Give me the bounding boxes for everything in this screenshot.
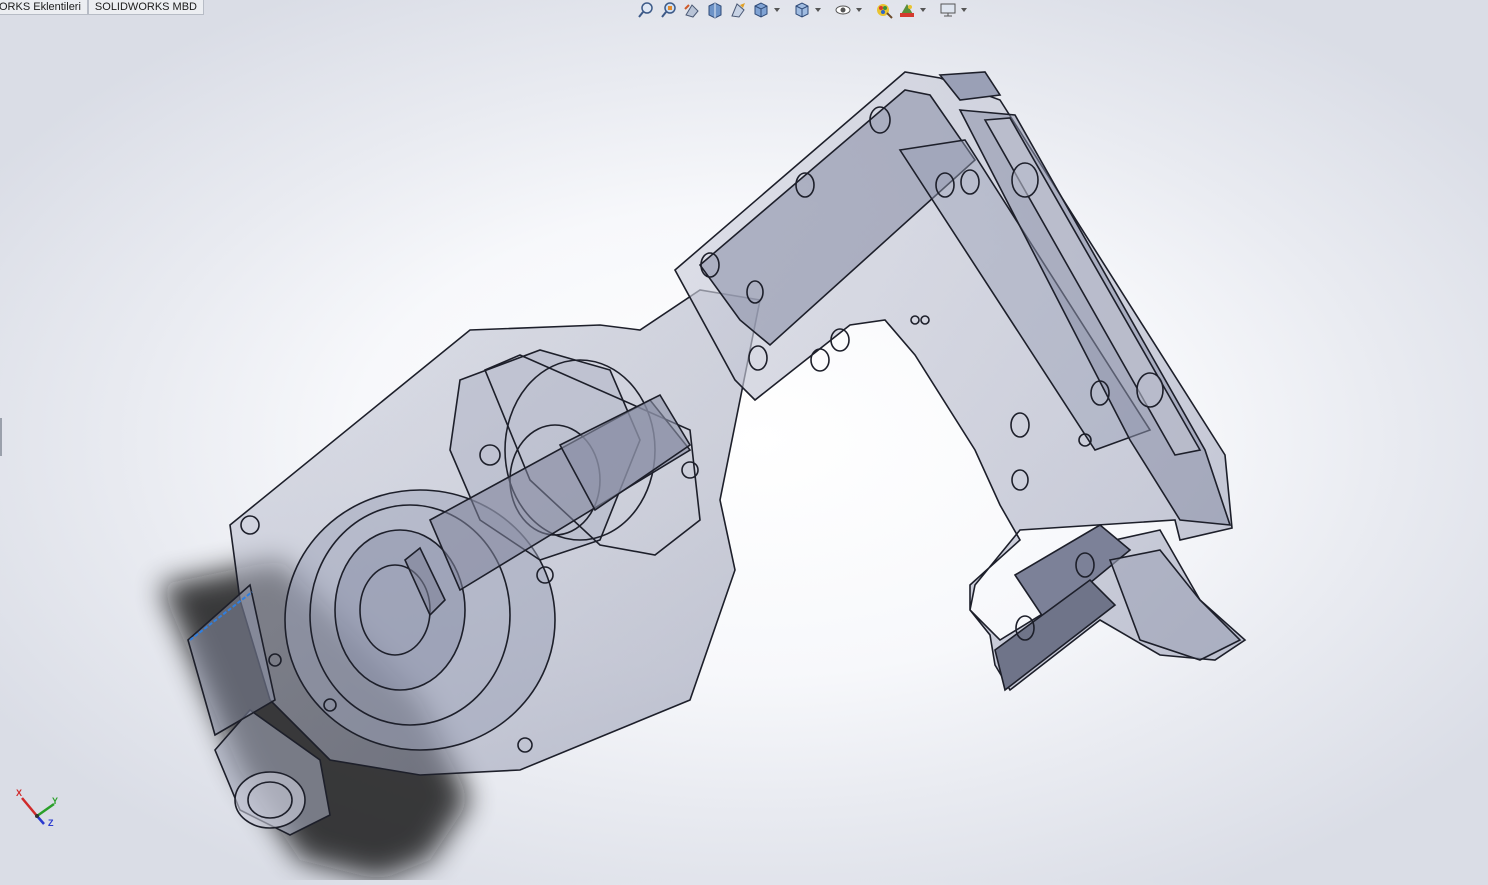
chevron-down-icon[interactable]: [774, 1, 781, 19]
chevron-down-icon[interactable]: [920, 1, 927, 19]
pane-splitter[interactable]: [0, 418, 2, 456]
heads-up-view-toolbar: [636, 0, 968, 20]
tab-solidworks-mbd[interactable]: SOLIDWORKS MBD: [87, 0, 204, 15]
previous-view-icon[interactable]: [682, 1, 702, 19]
zoom-to-area-icon[interactable]: [659, 1, 679, 19]
view-orientation-icon[interactable]: [751, 1, 771, 19]
triad-x-label: X: [16, 788, 23, 798]
triad-z-label: Z: [48, 818, 54, 828]
chevron-down-icon[interactable]: [961, 1, 968, 19]
arm-bracket[interactable]: [673, 71, 1247, 692]
view-settings-icon[interactable]: [938, 1, 958, 19]
model-view[interactable]: [0, 0, 1488, 880]
zoom-to-fit-icon[interactable]: [636, 1, 656, 19]
display-style-icon[interactable]: [792, 1, 812, 19]
triad-y-label: Y: [52, 796, 59, 806]
dynamic-annotation-views-icon[interactable]: [728, 1, 748, 19]
tab-solidworks-addins[interactable]: ORKS Eklentileri: [0, 0, 88, 15]
section-view-icon[interactable]: [705, 1, 725, 19]
reference-triad: X Y Z: [12, 786, 62, 830]
chevron-down-icon[interactable]: [856, 1, 863, 19]
edit-appearance-icon[interactable]: [874, 1, 894, 19]
hide-show-items-icon[interactable]: [833, 1, 853, 19]
graphics-area[interactable]: [0, 0, 1488, 880]
apply-scene-icon[interactable]: [897, 1, 917, 19]
chevron-down-icon[interactable]: [815, 1, 822, 19]
motor-housing[interactable]: [187, 289, 761, 836]
command-manager-tabs: ORKS Eklentileri SOLIDWORKS MBD: [0, 0, 204, 15]
